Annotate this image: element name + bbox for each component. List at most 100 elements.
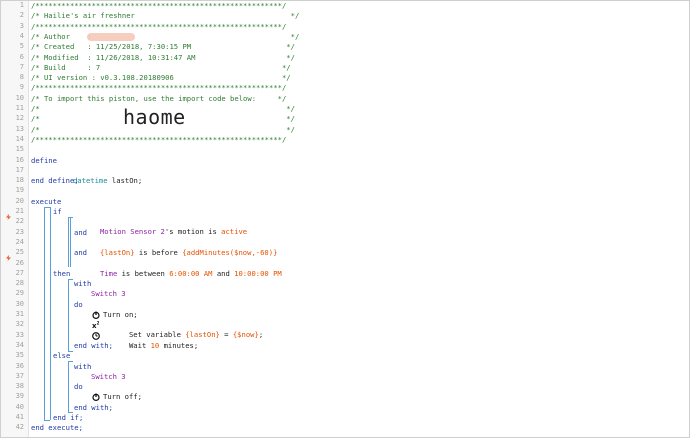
action-text: = <box>219 330 233 340</box>
keyword-end-if: end if; <box>53 413 84 422</box>
device-switch[interactable]: Switch 3 <box>91 372 126 382</box>
line-number: 12 <box>15 114 24 123</box>
redacted-author <box>87 33 135 41</box>
line-number: 21 <box>15 207 24 215</box>
line-number: 37 <box>15 371 24 380</box>
condition-text: and <box>212 268 235 278</box>
comment-ui-version: /* UI version : v0.3.108.20180906 */ <box>31 73 291 83</box>
line-number: 17 <box>15 165 24 174</box>
variable-ref: {lastOn} <box>99 247 135 257</box>
line-number: 31 <box>15 310 24 318</box>
line-number: 5 <box>19 42 24 51</box>
comment-border: /***************************************… <box>31 1 287 10</box>
line-number: 25 <box>15 248 24 257</box>
line-number: 27 <box>15 268 24 277</box>
action-turn-on[interactable]: Turn on; <box>103 310 138 320</box>
guide-tick <box>44 420 50 421</box>
time-end: 10:00:00 PM <box>234 268 282 278</box>
variable-name: lastOn; <box>111 175 143 185</box>
guide-line <box>50 207 51 420</box>
line-number: 11 <box>15 104 24 112</box>
line-number: 32 <box>15 320 24 329</box>
action-text: ; <box>258 330 264 340</box>
guide-line <box>68 279 69 352</box>
line-number: 34 <box>15 340 24 349</box>
line-number: 36 <box>15 361 24 370</box>
guide-tick <box>68 361 73 362</box>
condition-text: 's motion is <box>164 227 222 237</box>
keyword-do: do <box>74 382 83 392</box>
line-number: 38 <box>15 382 24 391</box>
line-number: 8 <box>19 73 24 82</box>
lightning-bolt-icon <box>6 214 11 220</box>
line-number: 7 <box>19 62 24 71</box>
keyword-and: and <box>74 227 87 237</box>
line-number: 20 <box>15 196 24 205</box>
comment-created: /* Created : 11/25/2018, 7:30:15 PM */ <box>31 42 295 52</box>
line-number: 6 <box>19 52 24 61</box>
line-number: 30 <box>15 299 24 308</box>
keyword-else: else <box>53 351 71 361</box>
action-text: minutes; <box>159 340 199 350</box>
guide-tick <box>68 279 73 280</box>
comment-build: /* Build : 7 */ <box>31 62 291 72</box>
line-number: 41 <box>15 413 24 421</box>
comment-author: /* Author : */ <box>31 31 300 41</box>
keyword-end-define: end define; <box>31 176 79 186</box>
line-number: 35 <box>15 351 24 360</box>
expression-value: {addMinutes($now,-60)} <box>182 247 278 257</box>
condition-value: active <box>221 227 248 237</box>
condition-text: is between <box>117 268 170 278</box>
line-number: 10 <box>15 93 24 102</box>
line-number: 23 <box>15 227 24 236</box>
line-number: 9 <box>19 83 24 92</box>
comment-modified: /* Modified : 11/26/2018, 10:31:47 AM */ <box>31 52 295 62</box>
action-turn-off[interactable]: Turn off; <box>103 392 142 402</box>
keyword-end-with: end with; <box>74 402 113 412</box>
keyword-with: with <box>74 279 92 289</box>
keyword-define: define <box>31 155 57 165</box>
lightning-bolt-icon <box>6 255 11 261</box>
keyword-if: if <box>53 207 62 216</box>
line-number: 18 <box>15 176 24 185</box>
line-number: 13 <box>15 124 24 133</box>
code-area: /***************************************… <box>31 1 689 437</box>
time-start: 6:00:00 AM <box>169 268 213 278</box>
import-code[interactable]: haome <box>123 105 186 129</box>
comment-import-note: /* To import this piston, use the import… <box>31 93 287 103</box>
keyword-then: then <box>53 268 71 278</box>
variable-x2-icon: x2 <box>92 321 100 329</box>
keyword-do: do <box>74 299 83 309</box>
keyword-with: with <box>74 361 92 371</box>
keyword-and: and <box>74 248 87 258</box>
line-number: 22 <box>15 217 24 226</box>
device-switch[interactable]: Switch 3 <box>91 289 126 299</box>
comment-border: /***************************************… <box>31 21 287 31</box>
condition-time[interactable]: Time is between 6:00:00 AM and 10:00:00 … <box>74 259 282 289</box>
svg-text:2: 2 <box>97 321 100 326</box>
line-number: 3 <box>19 21 24 30</box>
line-number: 14 <box>15 134 24 143</box>
condition-text: is before <box>134 247 183 257</box>
line-number: 29 <box>15 289 24 298</box>
comment-border: /***************************************… <box>31 134 287 144</box>
keyword-execute: execute <box>31 196 62 206</box>
action-text: Wait <box>128 340 151 350</box>
attribute-time: Time <box>99 268 118 278</box>
guide-line <box>68 361 69 413</box>
wait-duration: 10 <box>150 340 160 350</box>
power-off-icon <box>92 393 100 401</box>
comment-title: /* Hailie's air freshner */ <box>31 11 300 21</box>
line-number: 16 <box>15 155 24 164</box>
expression-value: {$now} <box>232 330 259 340</box>
line-number: 15 <box>15 145 24 154</box>
clock-icon <box>92 331 100 340</box>
line-number: 28 <box>15 279 24 288</box>
line-number: 39 <box>15 392 24 401</box>
line-number: 24 <box>15 237 24 246</box>
line-number: 26 <box>15 258 24 267</box>
device-name: Motion Sensor 2 <box>99 227 165 237</box>
line-number-gutter: 1 2 3 4 5 6 7 8 9 10 11 12 13 14 15 16 1… <box>1 1 29 437</box>
action-wait[interactable]: Wait 10 minutes; <box>103 331 198 361</box>
line-number: 1 <box>19 1 24 9</box>
